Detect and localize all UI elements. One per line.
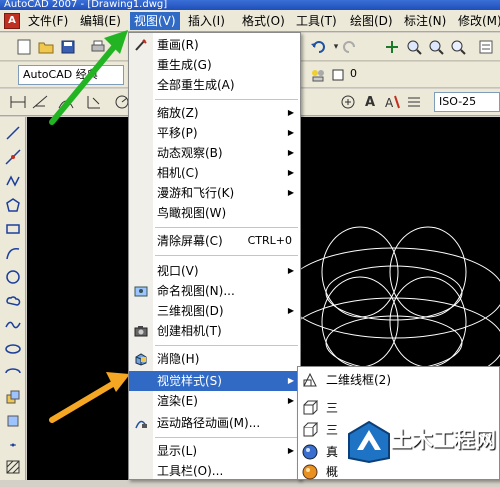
submenu-arrow-icon: ▶ — [287, 396, 294, 405]
view-menu-render[interactable]: 渲染(E) ▶ — [129, 391, 300, 411]
submenu-arrow-icon: ▶ — [287, 168, 294, 177]
visual-style-3d-wireframe[interactable]: 三 — [298, 397, 499, 419]
submenu-arrow-icon: ▶ — [287, 446, 294, 455]
menu-separator — [155, 255, 298, 256]
view-menu-3d-views[interactable]: 三维视图(D) ▶ — [129, 301, 300, 321]
conceptual-sphere-icon — [302, 464, 318, 480]
named-view-icon — [133, 283, 149, 299]
submenu-arrow-icon: ▶ — [287, 266, 294, 275]
view-menu-regen-all[interactable]: 全部重生成(A) — [129, 75, 300, 95]
view-menu-redraw[interactable]: 重画(R) — [129, 35, 300, 55]
view-menu-aerial-view[interactable]: 鸟瞰视图(W) — [129, 203, 300, 223]
menu-separator — [155, 227, 298, 228]
site-watermark: 土木工程网 www.civilcn.com — [345, 420, 500, 480]
view-menu-visual-styles[interactable]: 视觉样式(S) ▶ — [129, 371, 300, 391]
wireframe-2d-icon — [302, 372, 318, 388]
view-menu-walk-fly[interactable]: 漫游和飞行(K) ▶ — [129, 183, 300, 203]
view-menu-pan[interactable]: 平移(P) ▶ — [129, 123, 300, 143]
submenu-arrow-icon: ▶ — [287, 188, 294, 197]
view-menu-toolbars[interactable]: 工具栏(O)... — [129, 461, 300, 481]
submenu-arrow-icon: ▶ — [287, 108, 294, 117]
view-menu-zoom[interactable]: 缩放(Z) ▶ — [129, 103, 300, 123]
realistic-sphere-icon — [302, 444, 318, 460]
watermark-logo-icon — [348, 420, 390, 464]
pencil-icon — [133, 37, 149, 53]
view-menu-clean-screen[interactable]: 清除屏幕(C) CTRL+0 — [129, 231, 300, 251]
view-menu-orbit[interactable]: 动态观察(B) ▶ — [129, 143, 300, 163]
view-menu-regen[interactable]: 重生成(G) — [129, 55, 300, 75]
watermark-title: 土木工程网 — [391, 428, 496, 452]
view-menu-create-camera[interactable]: 创建相机(T) — [129, 321, 300, 341]
wireframe-3d-icon — [302, 400, 319, 416]
hide-icon — [133, 351, 149, 367]
view-menu-display[interactable]: 显示(L) ▶ — [129, 441, 300, 461]
visual-style-2d-wireframe[interactable]: 二维线框(2) — [298, 369, 499, 391]
view-menu-motion-path[interactable]: 运动路径动画(M)... — [129, 413, 300, 433]
view-menu-named-views[interactable]: 命名视图(N)... — [129, 281, 300, 301]
view-menu-viewports[interactable]: 视口(V) ▶ — [129, 261, 300, 281]
green-arrow-icon — [49, 30, 128, 125]
submenu-arrow-icon: ▶ — [287, 128, 294, 137]
menu-separator — [155, 437, 298, 438]
submenu-arrow-icon: ▶ — [287, 148, 294, 157]
view-menu-hide[interactable]: 消隐(H) — [129, 349, 300, 369]
menu-separator — [155, 99, 298, 100]
orange-arrow-icon — [49, 372, 130, 423]
motion-path-icon — [133, 415, 149, 431]
camera-icon — [133, 323, 149, 339]
hidden-3d-icon — [302, 422, 319, 438]
menu-separator — [155, 345, 298, 346]
submenu-arrow-icon: ▶ — [287, 376, 294, 385]
watermark-url: www.civilcn.com — [395, 454, 487, 467]
submenu-arrow-icon: ▶ — [287, 306, 294, 315]
view-menu-camera[interactable]: 相机(C) ▶ — [129, 163, 300, 183]
view-menu-dropdown: 重画(R) 重生成(G) 全部重生成(A) 缩放(Z) ▶ 平移(P) ▶ 动态观察… — [128, 32, 301, 480]
